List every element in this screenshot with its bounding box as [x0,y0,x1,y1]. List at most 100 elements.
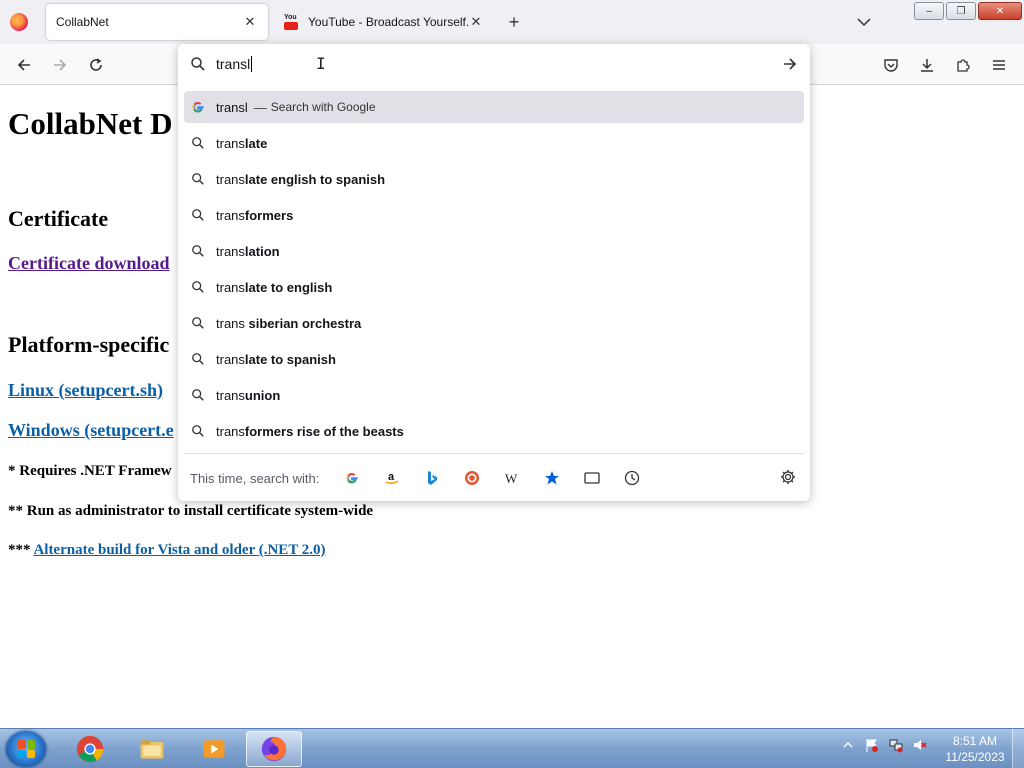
search-icon [190,387,206,403]
tab-title: YouTube - Broadcast Yourself. [308,15,468,29]
forward-button[interactable] [49,54,71,76]
suggestion-typed-part: trans [216,351,245,367]
certificate-heading: Certificate [8,206,109,231]
forward-arrow-icon [54,59,67,71]
history-icon[interactable] [621,467,643,489]
suggestion-typed-part: trans [216,243,245,259]
pocket-button[interactable] [880,54,902,76]
google-icon[interactable] [341,467,363,489]
tab-close-button[interactable]: ✕ [242,14,258,30]
minimize-button[interactable]: – [914,2,944,20]
search-icon [190,423,206,439]
windows-setup-link[interactable]: Windows (setupcert.e [8,420,174,441]
google-icon [190,99,206,115]
search-icon [190,279,206,295]
hamburger-menu-icon [993,60,1005,70]
search-icon [190,171,206,187]
alternate-build-link[interactable]: Alternate build for Vista and older (.NE… [33,542,325,558]
search-icon [190,135,206,151]
back-arrow-icon [17,59,30,71]
show-desktop-button[interactable] [1012,729,1024,768]
note-prefix: *** [8,542,34,558]
page-heading: CollabNet D [8,106,173,141]
suggestion-typed-part: trans [216,279,245,295]
close-window-button[interactable]: ✕ [978,2,1022,20]
suggestion-search-with-google[interactable]: transl — Search with Google [184,91,804,123]
action-center-flag-icon[interactable] [864,737,880,753]
media-player-icon [203,740,225,758]
search-icon [190,207,206,223]
reload-button[interactable] [85,54,107,76]
tabs-icon[interactable] [581,467,603,489]
system-tray [840,737,928,753]
certificate-download-link[interactable]: Certificate download [8,253,169,274]
tab-youtube[interactable]: You YouTube - Broadcast Yourself. ✕ [274,4,494,40]
platform-heading: Platform-specific [8,332,170,357]
start-button[interactable] [6,731,46,767]
search-suggestion[interactable]: trans late to english [184,271,804,303]
search-suggestion[interactable]: trans siberian orchestra [184,307,804,339]
go-arrow-icon[interactable] [782,56,798,72]
search-settings-gear-icon[interactable] [780,469,798,487]
new-tab-button[interactable]: + [504,12,524,32]
suggestion-completion: siberian orchestra [244,315,362,331]
puzzle-icon [957,59,970,72]
amazon-icon[interactable]: a [381,467,403,489]
suggestion-typed-part: trans [216,171,245,187]
reload-icon [90,58,102,71]
downloads-button[interactable] [916,54,938,76]
search-suggestion[interactable]: trans lation [184,235,804,267]
bookmarks-icon[interactable] [541,467,563,489]
search-suggestion[interactable]: trans late to spanish [184,343,804,375]
suggestion-separator: — [253,99,267,115]
suggestion-hint: Search with Google [270,100,376,114]
one-off-label: This time, search with: [190,470,320,486]
suggestion-completion: formers [244,207,294,223]
clock-time: 8:51 AM [952,734,998,748]
youtube-favicon-icon: You [284,14,300,30]
suggestion-query: transl [216,99,248,115]
dotnet-note: * Requires .NET Framew [8,463,172,479]
search-icon [191,57,205,71]
suggestion-completion: late to english [244,279,333,295]
taskbar-chrome[interactable] [62,731,118,767]
extensions-button[interactable] [952,54,974,76]
duckduckgo-icon[interactable] [461,467,483,489]
suggestion-typed-part: trans [216,387,245,403]
list-all-tabs-icon[interactable] [856,14,872,30]
taskbar-file-explorer[interactable] [124,731,180,767]
search-suggestion[interactable]: trans late [184,127,804,159]
svg-text:W: W [505,471,518,486]
app-menu-button[interactable] [988,54,1010,76]
suggestion-completion: late [244,135,268,151]
chrome-icon [76,735,104,763]
suggestion-completion: late to spanish [244,351,336,367]
suggestion-typed-part: trans [216,423,245,439]
search-suggestion[interactable]: trans formers rise of the beasts [184,415,804,447]
url-input[interactable]: transl [178,44,810,84]
taskbar-clock[interactable]: 8:51 AM 11/25/2023 [940,733,1010,765]
linux-setup-link[interactable]: Linux (setupcert.sh) [8,380,163,401]
search-suggestion[interactable]: trans union [184,379,804,411]
firefox-view-icon[interactable] [10,13,28,31]
show-hidden-icons-icon[interactable] [840,737,856,753]
tab-close-button[interactable]: ✕ [468,14,484,30]
wikipedia-icon[interactable]: W [501,467,523,489]
taskbar-firefox[interactable] [246,731,302,767]
suggestion-typed-part: trans [216,135,245,151]
taskbar-media-player[interactable] [186,731,242,767]
suggestion-completion: lation [244,243,280,259]
search-suggestion[interactable]: trans late english to spanish [184,163,804,195]
volume-muted-icon[interactable] [912,737,928,753]
firefox-icon [261,736,287,762]
tab-collabnet[interactable]: CollabNet ✕ [46,4,268,40]
bing-icon[interactable] [421,467,443,489]
suggestion-completion: formers rise of the beasts [244,423,404,439]
maximize-button[interactable]: ❐ [946,2,976,20]
url-input-text: transl [216,56,253,72]
windows-taskbar: 8:51 AM 11/25/2023 [0,728,1024,768]
search-suggestion[interactable]: trans formers [184,199,804,231]
back-button[interactable] [13,54,35,76]
search-icon [190,243,206,259]
network-icon[interactable] [888,737,904,753]
